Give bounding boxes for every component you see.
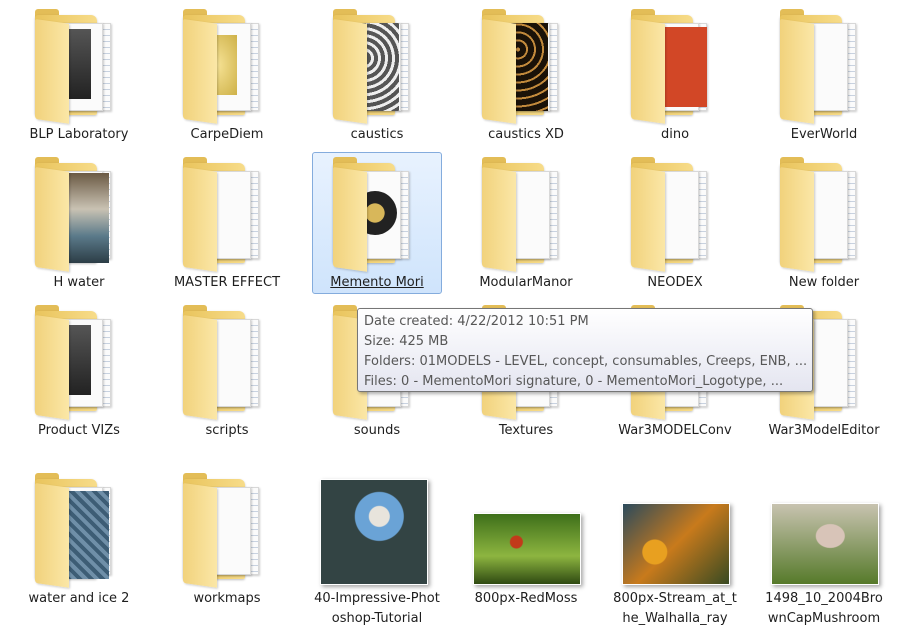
folder-item[interactable]: ModularManor xyxy=(461,152,591,294)
folder-item[interactable]: H water xyxy=(14,152,144,294)
folder-icon xyxy=(327,153,427,273)
tooltip-folders: Folders: 01MODELS - LEVEL, concept, cons… xyxy=(364,354,806,369)
image-file-item[interactable]: 1498_10_2004BrownCapMushroom xyxy=(759,468,889,630)
item-label: workmaps xyxy=(193,591,261,606)
item-label: caustics XD xyxy=(488,127,564,142)
folder-icon xyxy=(177,301,277,421)
item-label: H water xyxy=(53,275,105,290)
image-file-item[interactable]: 800px-Stream_at_the_Walhalla_ray xyxy=(610,468,740,630)
item-label: Memento Mori xyxy=(330,275,424,290)
image-file-item[interactable]: 800px-RedMoss xyxy=(461,468,591,610)
folder-icon xyxy=(625,153,725,273)
item-label: War3MODELConv xyxy=(618,423,732,438)
folder-icon xyxy=(625,5,725,125)
folder-item[interactable]: dino xyxy=(610,4,740,146)
item-label: CarpeDiem xyxy=(190,127,264,142)
folder-item[interactable]: BLP Laboratory xyxy=(14,4,144,146)
item-label: 40-Impressive-Photoshop-Tutorial xyxy=(314,591,440,626)
item-label: 800px-RedMoss xyxy=(474,591,578,606)
item-label: 1498_10_2004BrownCapMushroom xyxy=(765,591,883,626)
folder-icon xyxy=(29,153,129,273)
folder-item[interactable]: NEODEX xyxy=(610,152,740,294)
image-thumbnail xyxy=(622,503,730,585)
folder-item[interactable]: scripts xyxy=(162,300,292,442)
folder-item[interactable]: Product VIZs xyxy=(14,300,144,442)
folder-icon xyxy=(177,5,277,125)
folder-icon xyxy=(177,469,277,589)
image-thumbnail xyxy=(771,503,879,585)
item-label: New folder xyxy=(788,275,860,290)
item-label: EverWorld xyxy=(790,127,858,142)
item-label: 800px-Stream_at_the_Walhalla_ray xyxy=(613,591,737,626)
item-label: caustics xyxy=(350,127,404,142)
item-label: ModularManor xyxy=(479,275,573,290)
folder-icon xyxy=(29,301,129,421)
tooltip-size: Size: 425 MB xyxy=(364,334,449,349)
item-label: NEODEX xyxy=(647,275,703,290)
folder-item[interactable]: CarpeDiem xyxy=(162,4,292,146)
image-file-item[interactable]: 40-Impressive-Photoshop-Tutorial xyxy=(312,468,442,630)
folder-item[interactable]: caustics xyxy=(312,4,442,146)
folder-info-tooltip: Date created: 4/22/2012 10:51 PM Size: 4… xyxy=(357,308,813,392)
folder-icon xyxy=(476,5,576,125)
folder-item[interactable]: MASTER EFFECT xyxy=(162,152,292,294)
folder-icon xyxy=(29,469,129,589)
image-thumbnail xyxy=(320,479,428,585)
item-label: MASTER EFFECT xyxy=(173,275,281,290)
item-label: Textures xyxy=(498,423,554,438)
tooltip-date-created: Date created: 4/22/2012 10:51 PM xyxy=(364,314,589,329)
item-label: BLP Laboratory xyxy=(29,127,129,142)
item-label: water and ice 2 xyxy=(28,591,130,606)
folder-item[interactable]: water and ice 2 xyxy=(14,468,144,610)
folder-item[interactable]: Memento Mori xyxy=(312,152,442,294)
folder-item[interactable]: EverWorld xyxy=(759,4,889,146)
item-label: scripts xyxy=(205,423,249,438)
item-label: War3ModelEditor xyxy=(768,423,880,438)
image-thumbnail xyxy=(473,513,581,585)
folder-item[interactable]: New folder xyxy=(759,152,889,294)
tooltip-files: Files: 0 - MementoMori signature, 0 - Me… xyxy=(364,374,784,389)
item-label: dino xyxy=(660,127,690,142)
folder-icon xyxy=(476,153,576,273)
folder-icon xyxy=(29,5,129,125)
item-label: Product VIZs xyxy=(38,423,120,438)
folder-icon xyxy=(774,153,874,273)
folder-icon xyxy=(774,5,874,125)
folder-item[interactable]: caustics XD xyxy=(461,4,591,146)
folder-item[interactable]: workmaps xyxy=(162,468,292,610)
item-label: sounds xyxy=(353,423,401,438)
folder-icon xyxy=(327,5,427,125)
folder-icon xyxy=(177,153,277,273)
